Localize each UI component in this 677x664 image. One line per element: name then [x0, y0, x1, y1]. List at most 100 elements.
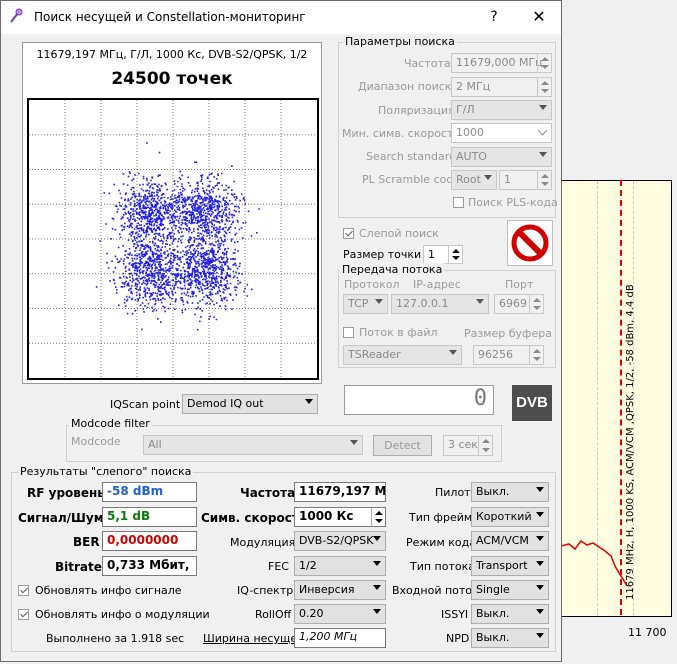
code-mode-label: Режим кода — [406, 536, 476, 549]
bandwidth-value: 1,200 МГц — [294, 628, 386, 648]
frame-type-select[interactable]: Короткий — [471, 507, 549, 527]
pl-scramble-input[interactable]: 1 — [499, 170, 552, 190]
axis-tick-label: 11 700 — [628, 626, 667, 639]
ip-select[interactable]: 127.0.0.1 — [391, 294, 489, 314]
dvb-logo-icon: DVB — [512, 385, 552, 421]
blind-search-label: Слепой поиск — [359, 227, 439, 240]
sr-result-label: Симв. скорость — [201, 511, 307, 525]
background-spectrum-chart — [560, 180, 672, 617]
update-signal-label: Обновлять инфо сигнале — [35, 584, 182, 597]
range-spinner[interactable] — [537, 78, 551, 96]
spectrum-trace — [561, 539, 628, 587]
stream-type-select[interactable]: Transport — [471, 556, 549, 576]
pl-scramble-mode-select[interactable]: Root — [451, 170, 497, 190]
search-standard-select[interactable]: AUTO — [451, 147, 552, 167]
issyi-select[interactable]: Выкл. — [471, 604, 549, 624]
stream-legend: Передача потока — [340, 263, 445, 276]
modcode-select[interactable]: All — [143, 435, 363, 455]
npd-select[interactable]: Выкл. — [471, 628, 549, 648]
bitrate-value: 0,733 Мбит, — [102, 556, 197, 576]
rf-level-label: RF уровень — [27, 486, 105, 500]
pilot-label: Пилот — [435, 486, 471, 499]
pl-scramble-spinner[interactable] — [537, 171, 551, 189]
sr-result-value: 1000 Кс — [294, 507, 386, 527]
elapsed-time: Выполнено за 1.918 sec — [46, 632, 185, 645]
snr-value: 5,1 dB — [102, 507, 197, 527]
pls-search-label: Поиск PLS-кода — [468, 196, 558, 209]
update-mod-label: Обновлять инфо о модуляции — [35, 608, 210, 621]
ber-label: BER — [73, 535, 100, 549]
stop-icon — [511, 224, 549, 262]
update-signal-checkbox[interactable] — [18, 585, 29, 596]
freq-result-value: 11679,197 МГ — [294, 482, 386, 502]
stream-type-label: Тип потока — [410, 560, 476, 573]
frequency-spinner[interactable] — [537, 54, 551, 72]
protocol-select[interactable]: TCP — [343, 294, 388, 314]
input-stream-select[interactable]: Single — [471, 580, 549, 600]
window-title: Поиск несущей и Constellation-мониторинг — [34, 10, 306, 24]
close-button[interactable]: ✕ — [522, 4, 556, 30]
update-mod-checkbox[interactable] — [18, 609, 29, 620]
constellation-points — [95, 142, 260, 331]
buffer-size-spinner[interactable] — [529, 346, 543, 364]
pilot-select[interactable]: Выкл. — [471, 482, 549, 502]
port-spinner[interactable] — [529, 295, 543, 313]
iqscan-select[interactable]: Demod IQ out — [182, 394, 318, 414]
fec-select[interactable]: 1/2 — [294, 556, 386, 576]
sr-spinner[interactable] — [371, 508, 385, 526]
code-mode-select[interactable]: ACM/VCM — [471, 531, 549, 551]
input-stream-label: Входной поток — [392, 584, 479, 597]
min-sr-label: Мин. симв. скорость — [342, 127, 460, 140]
stream-to-file-label: Поток в файл — [359, 326, 438, 339]
pl-scramble-label: PL Scramble code — [362, 173, 461, 186]
pls-search-checkbox[interactable] — [453, 197, 464, 208]
modulation-select[interactable]: DVB-S2/QPSK — [294, 531, 386, 551]
satellite-app-icon — [10, 8, 23, 23]
rolloff-select[interactable]: 0.20 — [294, 604, 386, 624]
blind-search-checkbox[interactable] — [343, 228, 354, 239]
iq-spectrum-select[interactable]: Инверсия — [294, 580, 386, 600]
range-input[interactable]: 2 МГц — [451, 77, 552, 97]
polarization-select[interactable]: Г/Л — [451, 100, 552, 120]
port-label: Порт — [505, 278, 534, 291]
help-button[interactable]: ? — [480, 4, 508, 30]
snr-label: Сигнал/Шум — [18, 511, 104, 525]
reader-select[interactable]: TSReader — [343, 345, 462, 365]
point-size-label: Размер точки — [343, 248, 422, 261]
search-standard-label: Search standard — [366, 150, 457, 163]
port-input[interactable]: 6969 — [494, 294, 544, 314]
modcode-label: Modcode — [71, 435, 121, 448]
freq-result-label: Частота — [240, 486, 296, 500]
frequency-input[interactable]: 11679,000 МГц — [451, 53, 552, 73]
point-size-spinner[interactable] — [448, 246, 462, 263]
ip-label: IP-адрес — [413, 278, 461, 291]
iq-spectrum-label: IQ-спектр — [237, 584, 294, 597]
bandwidth-label[interactable]: Ширина несущей — [203, 632, 304, 645]
point-count: 24500 точек — [111, 69, 233, 89]
buffer-size-input[interactable]: 96256 — [473, 345, 544, 365]
iqscan-label: IQScan point — [110, 398, 181, 411]
range-label: Диапазон поиска — [358, 80, 459, 93]
polarization-label: Поляризация — [378, 104, 455, 117]
interval-spinner[interactable] — [478, 436, 492, 455]
ber-value: 0,0000000 — [102, 531, 197, 551]
constellation-info: 11679,197 МГц, Г/Л, 1000 Кс, DVB-S2/QPSK… — [36, 48, 308, 61]
point-size-input[interactable]: 1 — [423, 245, 463, 264]
modulation-label: Модуляция — [230, 536, 296, 549]
modcode-legend: Modcode filter — [69, 417, 152, 430]
npd-label: NPD — [446, 632, 470, 645]
interval-input[interactable]: 3 сек — [443, 435, 493, 456]
chevron-down-icon — [538, 130, 547, 136]
min-sr-input[interactable]: 1000 — [451, 123, 552, 143]
protocol-label: Протокол — [344, 278, 400, 291]
search-params-legend: Параметры поиска — [343, 35, 457, 48]
fec-label: FEC — [268, 560, 289, 573]
stop-button[interactable] — [507, 220, 553, 266]
rf-level-value: -58 dBm — [102, 482, 197, 502]
counter-display: 0 — [344, 385, 494, 415]
stream-to-file-checkbox[interactable] — [343, 327, 354, 338]
detect-button[interactable]: Detect — [373, 435, 432, 456]
rolloff-label: RollOff — [255, 608, 292, 621]
buffer-size-label: Размер буфера — [464, 327, 552, 340]
results-legend: Результаты "слепого" поиска — [18, 465, 194, 478]
